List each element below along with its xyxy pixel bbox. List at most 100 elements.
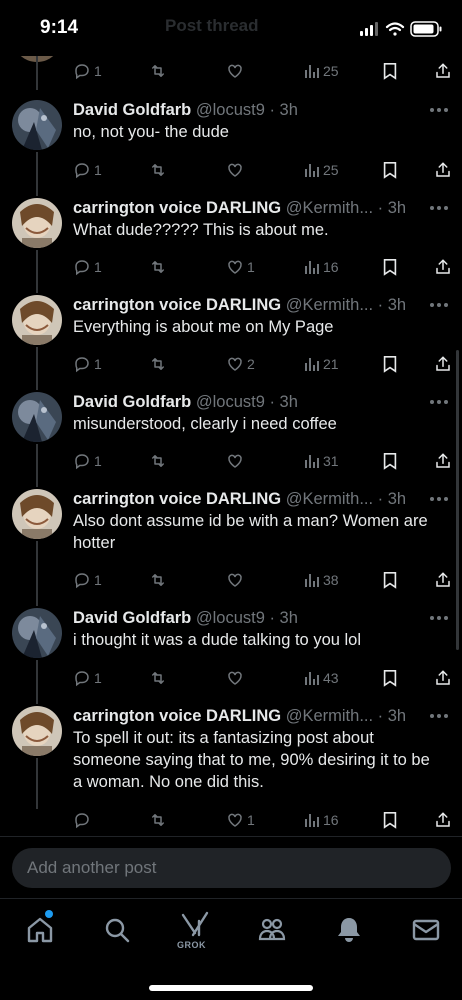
share-button[interactable] (434, 256, 452, 278)
reply-button[interactable]: 1 (73, 353, 102, 375)
share-button[interactable] (434, 60, 452, 82)
avatar[interactable] (12, 100, 62, 150)
avatar[interactable] (12, 489, 62, 539)
heart-icon (228, 64, 242, 78)
avatar[interactable] (12, 392, 62, 442)
author-handle[interactable]: @locust9 · 3h (196, 393, 298, 411)
bookmark-button[interactable] (382, 667, 398, 689)
bookmark-button[interactable] (382, 256, 398, 278)
share-button[interactable] (434, 569, 452, 591)
author-name[interactable]: carrington voice DARLING (73, 707, 281, 725)
views-button[interactable]: 38 (304, 569, 339, 591)
reply-button[interactable]: 1 (73, 159, 102, 181)
more-options-button[interactable] (428, 398, 450, 406)
reply-button[interactable]: 1 (73, 256, 102, 278)
views-button[interactable]: 43 (304, 667, 339, 689)
author-handle[interactable]: @Kermith... · 3h (286, 199, 406, 217)
like-button[interactable] (226, 159, 247, 181)
author-name[interactable]: David Goldfarb (73, 609, 191, 627)
thread-feed[interactable]: 1 25 David Goldfarb @locust9 · 3h no, no… (0, 56, 462, 836)
reply-button[interactable]: 1 (73, 667, 102, 689)
author-handle[interactable]: @Kermith... · 3h (286, 296, 406, 314)
home-indicator[interactable] (149, 985, 313, 991)
more-options-button[interactable] (428, 614, 450, 622)
bookmark-button[interactable] (382, 353, 398, 375)
more-options-button[interactable] (428, 301, 450, 309)
repost-button[interactable] (148, 353, 168, 375)
notifications-icon (338, 918, 360, 942)
more-options-button[interactable] (428, 204, 450, 212)
like-count: 1 (247, 259, 255, 275)
views-button[interactable]: 25 (304, 159, 339, 181)
like-button[interactable] (226, 60, 244, 82)
share-button[interactable] (434, 159, 452, 181)
share-button[interactable] (434, 353, 452, 375)
repost-icon (152, 574, 164, 586)
views-button[interactable]: 16 (304, 256, 339, 278)
bookmark-button[interactable] (382, 159, 398, 181)
repost-button[interactable] (148, 667, 168, 689)
reply-button[interactable]: 1 (73, 569, 102, 591)
repost-button[interactable] (148, 450, 168, 472)
views-icon (305, 814, 319, 827)
more-options-button[interactable] (428, 106, 450, 114)
repost-button[interactable] (148, 60, 168, 82)
scrollbar[interactable] (456, 350, 459, 650)
views-button[interactable]: 21 (304, 353, 339, 375)
like-count: 1 (247, 812, 255, 828)
author-name[interactable]: David Goldfarb (73, 101, 191, 119)
more-options-button[interactable] (428, 712, 450, 720)
avatar[interactable] (12, 198, 62, 248)
repost-button[interactable] (148, 256, 168, 278)
bookmark-button[interactable] (382, 450, 398, 472)
author-handle[interactable]: @locust9 · 3h (196, 609, 298, 627)
like-button[interactable] (226, 667, 247, 689)
author-name[interactable]: David Goldfarb (73, 393, 191, 411)
bookmark-icon (383, 571, 397, 589)
like-button[interactable] (226, 569, 247, 591)
author-handle[interactable]: @locust9 · 3h (196, 101, 298, 119)
action-bar: 1 25 (0, 60, 462, 82)
more-options-button[interactable] (428, 495, 450, 503)
reply-count: 1 (94, 356, 102, 372)
reply-button[interactable]: 1 (73, 60, 102, 82)
more-options-icon (430, 303, 448, 307)
like-button[interactable] (226, 450, 247, 472)
bookmark-button[interactable] (382, 569, 398, 591)
avatar[interactable] (12, 706, 62, 756)
share-button[interactable] (434, 667, 452, 689)
tab-grok[interactable] (179, 911, 211, 941)
author-handle[interactable]: @Kermith... · 3h (286, 707, 406, 725)
post-text: i thought it was a dude talking to you l… (73, 631, 362, 649)
repost-button[interactable] (148, 569, 168, 591)
views-button[interactable]: 16 (304, 809, 339, 831)
reply-count: 1 (94, 453, 102, 469)
author-handle[interactable]: @Kermith... · 3h (286, 490, 406, 508)
author-name[interactable]: carrington voice DARLING (73, 199, 281, 217)
reply-button[interactable]: 1 (73, 450, 102, 472)
bookmark-button[interactable] (382, 60, 398, 82)
tab-search[interactable] (102, 915, 132, 945)
tab-communities[interactable] (257, 915, 287, 945)
views-button[interactable]: 31 (304, 450, 339, 472)
avatar[interactable] (12, 295, 62, 345)
reply-button[interactable] (73, 809, 94, 831)
tab-home[interactable] (25, 915, 55, 945)
author-name[interactable]: carrington voice DARLING (73, 296, 281, 314)
like-button[interactable]: 1 (226, 256, 255, 278)
reply-count: 1 (94, 63, 102, 79)
tab-messages[interactable] (411, 915, 441, 945)
add-post-input[interactable]: Add another post (12, 848, 451, 888)
share-button[interactable] (434, 809, 452, 831)
tab-notifications[interactable] (334, 915, 364, 945)
repost-button[interactable] (148, 159, 168, 181)
action-bar: 1 31 (0, 450, 462, 472)
share-button[interactable] (434, 450, 452, 472)
like-button[interactable]: 1 (226, 809, 255, 831)
avatar[interactable] (12, 608, 62, 658)
like-button[interactable]: 2 (226, 353, 255, 375)
bookmark-button[interactable] (382, 809, 398, 831)
repost-button[interactable] (148, 809, 168, 831)
views-button[interactable]: 25 (304, 60, 339, 82)
author-name[interactable]: carrington voice DARLING (73, 490, 281, 508)
